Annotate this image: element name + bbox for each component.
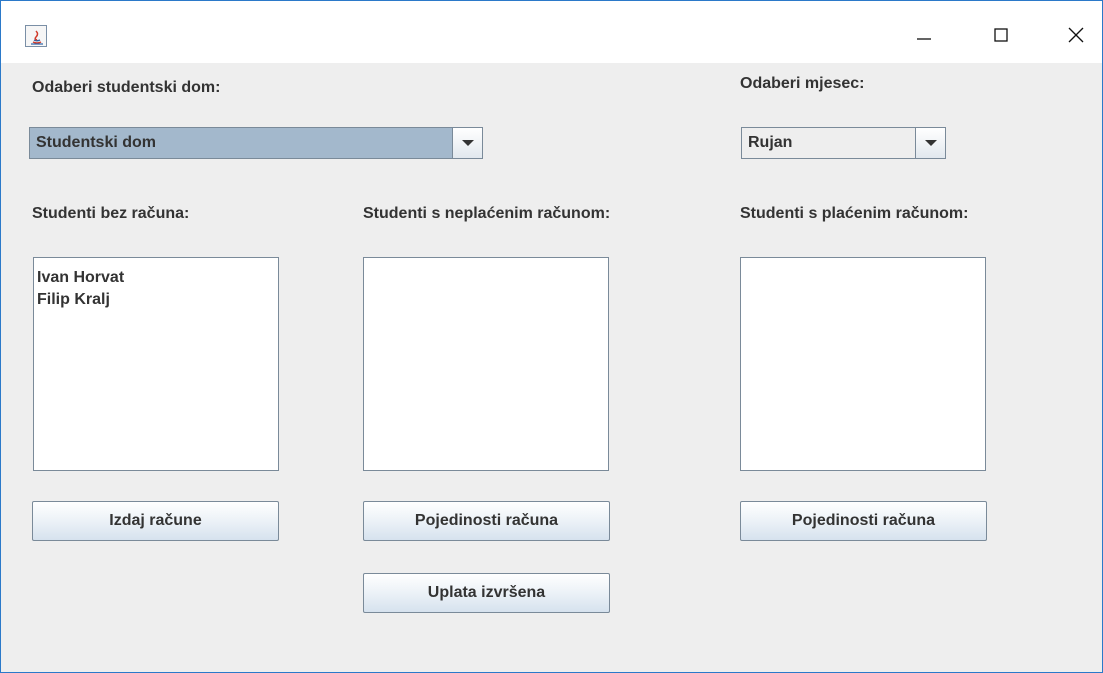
dorm-select[interactable]: Studentski dom [29, 127, 483, 159]
students-paid-list[interactable] [740, 257, 986, 471]
chevron-down-icon [924, 140, 937, 146]
close-button[interactable] [1053, 15, 1099, 55]
main-panel: Odaberi studentski dom: Odaberi mjesec: … [1, 63, 1102, 672]
dorm-select-arrow[interactable] [452, 128, 482, 158]
paid-bill-details-button[interactable]: Pojedinosti računa [740, 501, 987, 541]
students-without-bill-list[interactable]: Ivan Horvat Filip Kralj [33, 257, 279, 471]
chevron-down-icon [461, 140, 474, 146]
unpaid-label: Studenti s neplaćenim računom: [363, 205, 611, 222]
month-select-value: Rujan [742, 128, 915, 158]
maximize-button[interactable] [978, 15, 1024, 55]
month-select[interactable]: Rujan [741, 127, 946, 159]
minimize-icon [917, 38, 931, 40]
dorm-label: Odaberi studentski dom: [32, 79, 221, 96]
title-bar [1, 1, 1102, 63]
minimize-button[interactable] [901, 15, 947, 55]
paid-label: Studenti s plaćenim računom: [740, 205, 969, 222]
app-window: Odaberi studentski dom: Odaberi mjesec: … [0, 0, 1103, 673]
unpaid-bill-details-button[interactable]: Pojedinosti računa [363, 501, 610, 541]
month-select-arrow[interactable] [915, 128, 945, 158]
without-bill-label: Studenti bez računa: [32, 205, 190, 222]
month-label: Odaberi mjesec: [740, 75, 865, 92]
list-item[interactable]: Filip Kralj [37, 289, 278, 311]
close-icon [1068, 27, 1084, 43]
java-app-icon [25, 25, 47, 47]
students-unpaid-list[interactable] [363, 257, 609, 471]
payment-done-button[interactable]: Uplata izvršena [363, 573, 610, 613]
maximize-icon [994, 28, 1008, 42]
list-item[interactable]: Ivan Horvat [37, 267, 278, 289]
dorm-select-value: Studentski dom [30, 128, 452, 158]
issue-bills-button[interactable]: Izdaj račune [32, 501, 279, 541]
